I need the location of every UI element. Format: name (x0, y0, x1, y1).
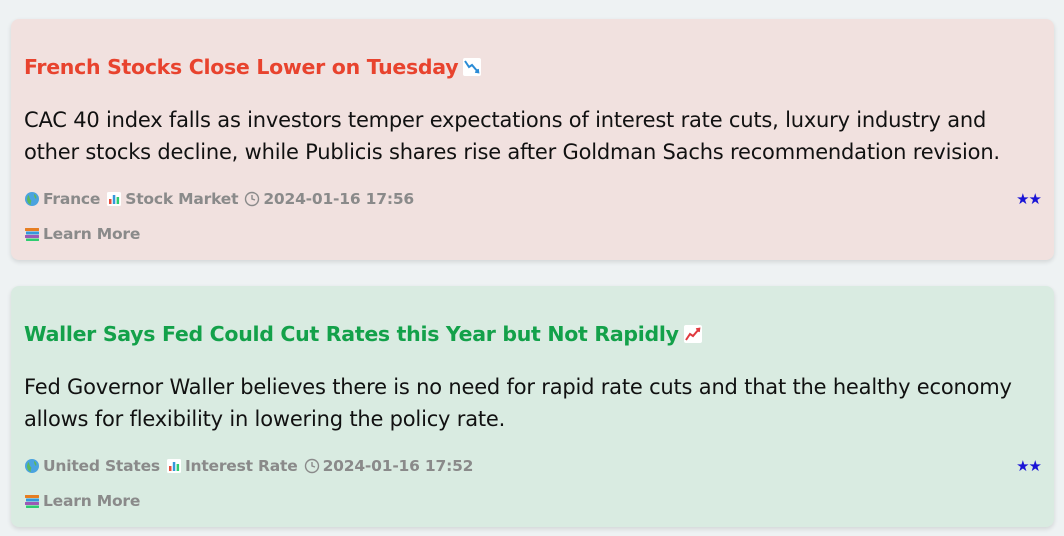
bar-chart-icon (107, 192, 122, 206)
news-summary: CAC 40 index falls as investors temper e… (24, 108, 1000, 164)
news-title: French Stocks Close Lower on Tuesday (24, 55, 482, 79)
category-label: Interest Rate (184, 457, 298, 475)
chart-increasing-icon (683, 325, 702, 343)
news-title-text: Waller Says Fed Could Cut Rates this Yea… (24, 322, 679, 346)
news-title-text: French Stocks Close Lower on Tuesday (24, 55, 459, 79)
globe-icon (25, 459, 39, 473)
books-icon (25, 228, 39, 241)
news-feed: French Stocks Close Lower on Tuesday CAC… (0, 0, 1064, 536)
region-label: United States (43, 457, 160, 475)
clock-icon (245, 191, 260, 207)
learn-more-label: Learn More (43, 225, 141, 243)
learn-more-link[interactable]: Learn More (24, 225, 140, 243)
globe-icon (25, 192, 39, 206)
books-icon (25, 495, 39, 508)
clock-icon (304, 458, 319, 474)
timestamp: 2024-01-16 17:56 (263, 190, 414, 208)
learn-more-label: Learn More (43, 492, 141, 510)
category-label: Stock Market (125, 190, 239, 208)
learn-more-link[interactable]: Learn More (24, 492, 140, 510)
news-title: Waller Says Fed Could Cut Rates this Yea… (24, 322, 703, 346)
news-meta: France Stock Market 2024-01-16 17:56 (24, 189, 414, 209)
rating-stars: ★★ (1016, 190, 1042, 208)
news-summary: Fed Governor Waller believes there is no… (24, 375, 1012, 431)
region-label: France (43, 190, 101, 208)
news-card: Waller Says Fed Could Cut Rates this Yea… (11, 286, 1054, 527)
news-meta: United States Interest Rate 2024-01-16 1… (24, 456, 473, 476)
chart-decreasing-icon (463, 58, 482, 76)
rating-stars: ★★ (1016, 457, 1042, 475)
news-card: French Stocks Close Lower on Tuesday CAC… (11, 19, 1054, 260)
timestamp: 2024-01-16 17:52 (322, 457, 474, 475)
bar-chart-icon (166, 459, 181, 473)
